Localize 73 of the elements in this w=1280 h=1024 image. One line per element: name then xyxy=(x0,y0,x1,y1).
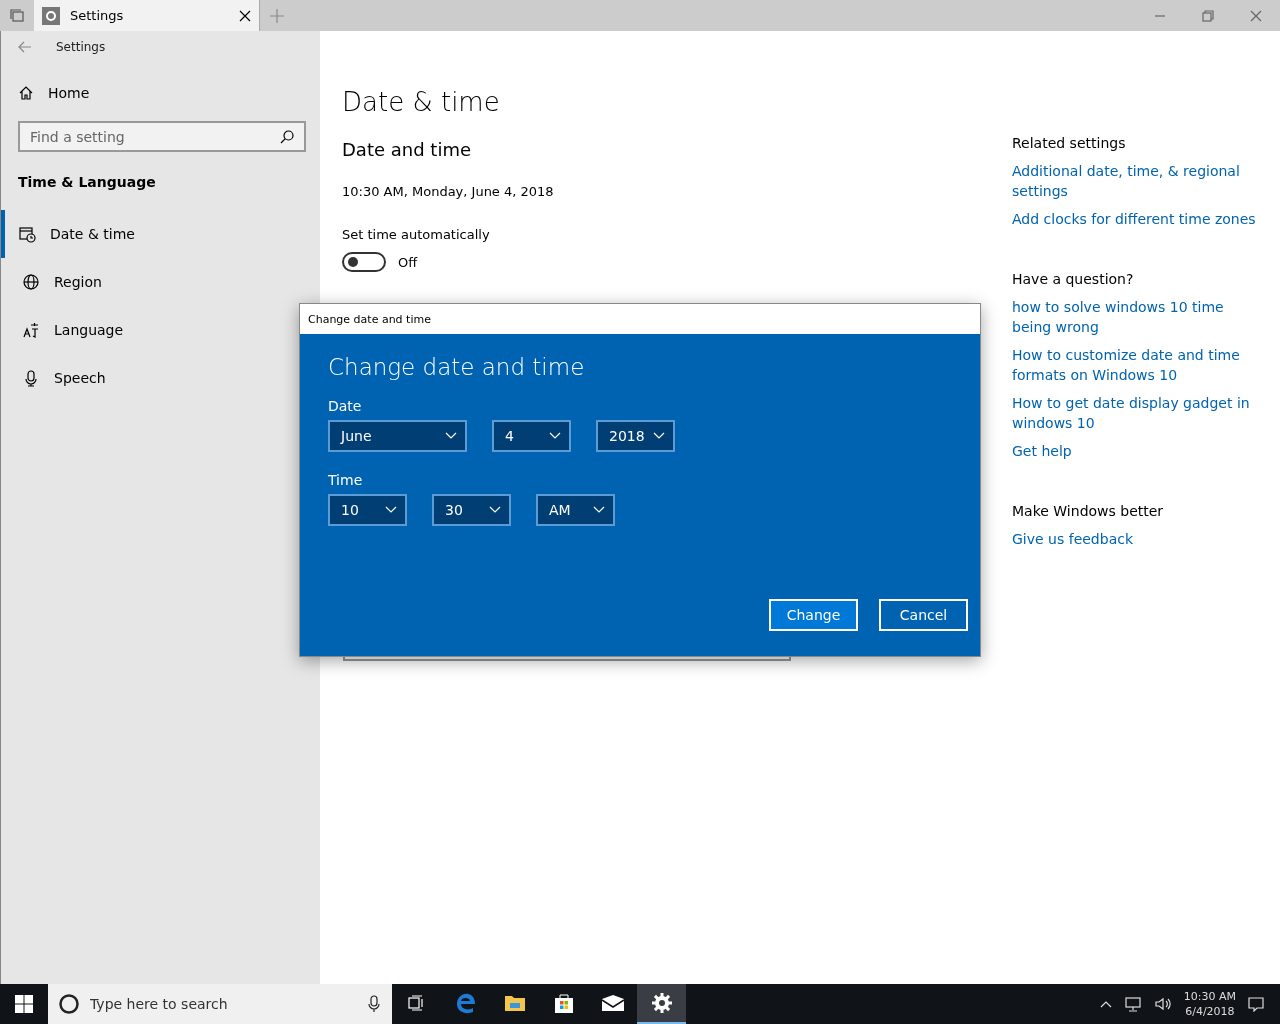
search-icon xyxy=(280,129,294,144)
help-link[interactable]: Get help xyxy=(1012,441,1258,461)
nav-item[interactable]: Language xyxy=(1,306,276,354)
help-link[interactable]: How to customize date and time formats on Windows 10 xyxy=(1012,345,1258,385)
plus-icon xyxy=(270,8,284,23)
current-date-time: 10:30 AM, Monday, June 4, 2018 xyxy=(342,184,555,199)
page-title: Date & time xyxy=(342,87,501,117)
setting-label: Set time automatically xyxy=(342,227,491,242)
nav-item[interactable]: Region xyxy=(1,258,276,306)
globe-icon xyxy=(22,273,40,291)
chevron-down-icon xyxy=(653,432,665,440)
browser-e-icon xyxy=(454,992,477,1014)
toggle-state: Off xyxy=(398,254,418,270)
group-heading: Related settings xyxy=(1012,135,1127,151)
calendar-clock-icon xyxy=(18,225,36,243)
field-label: Time xyxy=(328,472,364,488)
dropdown[interactable]: 10 xyxy=(328,494,407,526)
search-field[interactable]: Find a setting xyxy=(18,121,306,152)
microphone-icon xyxy=(22,369,40,387)
help-link[interactable]: Add clocks for different time zones xyxy=(1012,209,1258,229)
network-icon xyxy=(1123,996,1142,1012)
envelope-icon xyxy=(600,994,625,1012)
task-view-icon xyxy=(407,995,426,1011)
help-link[interactable]: Additional date, time, & regional settings xyxy=(1012,161,1258,201)
chevron-down-icon xyxy=(489,506,501,514)
home-link[interactable]: Home xyxy=(18,85,320,101)
toggle-switch[interactable] xyxy=(342,252,386,272)
chevron-down-icon xyxy=(445,432,457,440)
app-title: Settings xyxy=(56,40,106,54)
dropdown[interactable]: 4 xyxy=(492,420,571,452)
folder-icon xyxy=(503,994,526,1012)
clock-date: 6/4/2018 xyxy=(1185,1004,1235,1019)
dropdown[interactable]: 2018 xyxy=(596,420,675,452)
help-link[interactable]: How to get date display gadget in windows 10 xyxy=(1012,393,1258,433)
microphone-icon xyxy=(368,995,380,1013)
dropdown[interactable]: 30 xyxy=(432,494,511,526)
group-heading: Have a question? xyxy=(1012,271,1135,287)
chevron-down-icon xyxy=(549,432,561,440)
nav-item[interactable]: Date & time xyxy=(1,210,276,258)
clock-time: 10:30 AM xyxy=(1183,989,1236,1004)
taskbar-app[interactable] xyxy=(637,984,686,1024)
search-input[interactable]: Find a setting xyxy=(30,123,280,150)
notification-icon xyxy=(1248,996,1264,1012)
section-heading: Time & Language xyxy=(18,174,157,190)
nav-item[interactable]: Speech xyxy=(1,354,276,402)
tabs-icon xyxy=(9,7,25,24)
dialog-title: Change date and time xyxy=(308,312,431,326)
back-arrow-icon xyxy=(18,41,32,53)
chevron-down-icon xyxy=(385,506,397,514)
dialog-button[interactable]: Change xyxy=(769,599,858,631)
chevron-up-icon xyxy=(1099,1000,1112,1008)
close-icon xyxy=(239,9,251,22)
settings-tab[interactable]: Settings xyxy=(34,0,260,31)
dialog-heading: Change date and time xyxy=(328,354,586,380)
help-link[interactable]: how to solve windows 10 time being wrong xyxy=(1012,297,1258,337)
close-icon xyxy=(1250,9,1262,22)
circle-icon xyxy=(58,993,80,1015)
language-icon xyxy=(22,321,40,339)
dialog-button[interactable]: Cancel xyxy=(879,599,968,631)
chevron-down-icon xyxy=(593,506,605,514)
windows-logo-icon xyxy=(15,995,33,1013)
group-heading: Make Windows better xyxy=(1012,503,1165,519)
search-input[interactable]: Type here to search xyxy=(90,984,358,1024)
taskbar-search-field[interactable]: Type here to search xyxy=(48,984,392,1024)
field-label: Date xyxy=(328,398,363,414)
dropdown[interactable]: June xyxy=(328,420,467,452)
speaker-icon xyxy=(1153,996,1172,1012)
restore-icon xyxy=(1202,9,1214,22)
home-icon xyxy=(18,85,34,101)
help-link[interactable]: Give us feedback xyxy=(1012,529,1258,549)
dropdown[interactable]: AM xyxy=(536,494,615,526)
store-bag-icon xyxy=(552,992,575,1014)
section-title: Date and time xyxy=(342,139,472,160)
